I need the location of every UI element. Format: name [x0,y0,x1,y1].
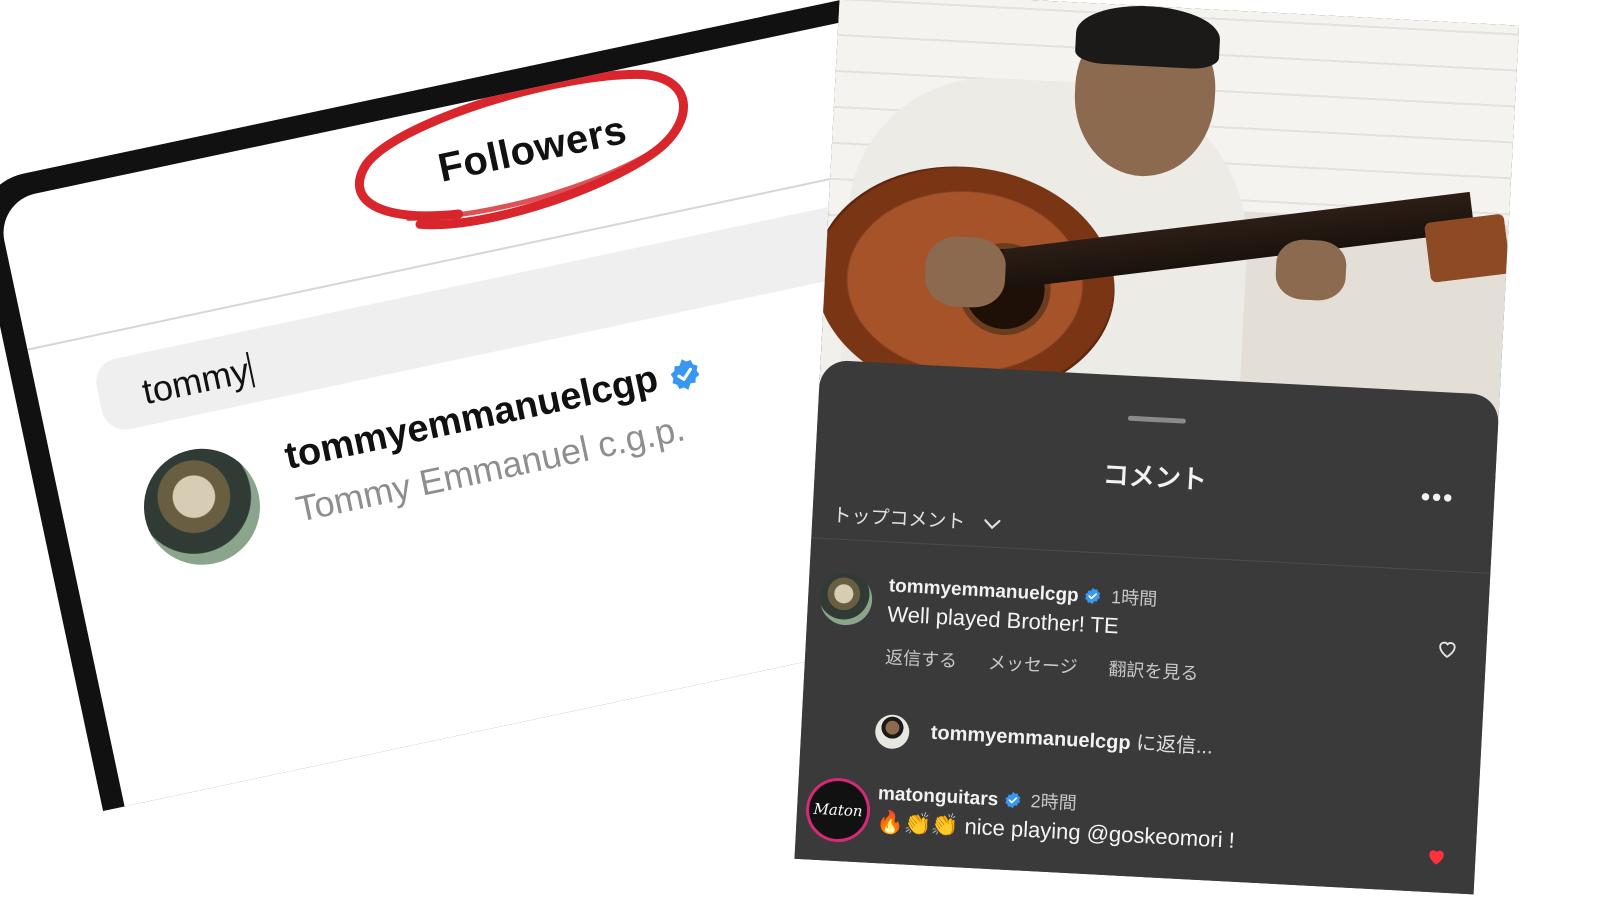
comment-emojis: 🔥👏👏 [875,809,960,839]
comment-username[interactable]: tommyemmanuelcgp [888,575,1079,606]
heart-filled-icon[interactable] [1425,846,1448,867]
more-icon[interactable]: ••• [1420,481,1455,514]
sort-label: トップコメント [831,505,966,534]
comment-body: nice playing @goskeomori ! [963,813,1236,853]
reply-input[interactable]: tommyemmanuelcgp に返信... [874,713,1213,765]
avatar[interactable]: Maton [807,779,869,841]
verified-badge-icon [1085,587,1101,605]
comment-username[interactable]: matonguitars [877,783,998,810]
avatar [874,713,911,750]
comment-item: Maton matonguitars 2時間 🔥👏👏 nice playing @… [806,779,1449,893]
translate-button[interactable]: 翻訳を見る [1108,659,1199,684]
comments-sheet: コメント ••• トップコメント tommyemmanuelcgp 1時間 We… [794,359,1500,895]
chevron-down-icon [984,519,1001,530]
comment-item: tommyemmanuelcgp 1時間 Well played Brother… [816,571,1461,715]
comment-time: 1時間 [1110,587,1158,610]
divider [811,537,1491,574]
comments-title: コメント [1102,459,1208,495]
comment-text: 🔥👏👏 nice playing @goskeomori ! [876,809,1236,854]
reply-placeholder: に返信... [1135,732,1214,759]
avatar[interactable] [818,571,874,627]
avatar[interactable] [133,438,271,576]
comment-actions: 返信する メッセージ 翻訳を見る [885,643,1226,687]
reply-target-username: tommyemmanuelcgp [930,721,1132,755]
verified-badge-icon [670,359,700,390]
verified-badge-icon [1004,791,1021,809]
comments-screenshot: コメント ••• トップコメント tommyemmanuelcgp 1時間 We… [794,0,1520,895]
comment-time: 2時間 [1030,791,1078,814]
search-input-value[interactable]: tommy [139,349,256,413]
reply-button[interactable]: 返信する [885,647,958,671]
heart-outline-icon[interactable] [1436,638,1459,659]
post-photo [819,0,1520,426]
photo-fretting-hand [1274,238,1348,302]
sort-dropdown[interactable]: トップコメント [832,500,1003,536]
photo-picking-hand [923,234,1008,309]
photo-guitar-headstock [1423,213,1511,283]
sheet-grabber[interactable] [1127,415,1187,424]
message-button[interactable]: メッセージ [987,653,1078,678]
